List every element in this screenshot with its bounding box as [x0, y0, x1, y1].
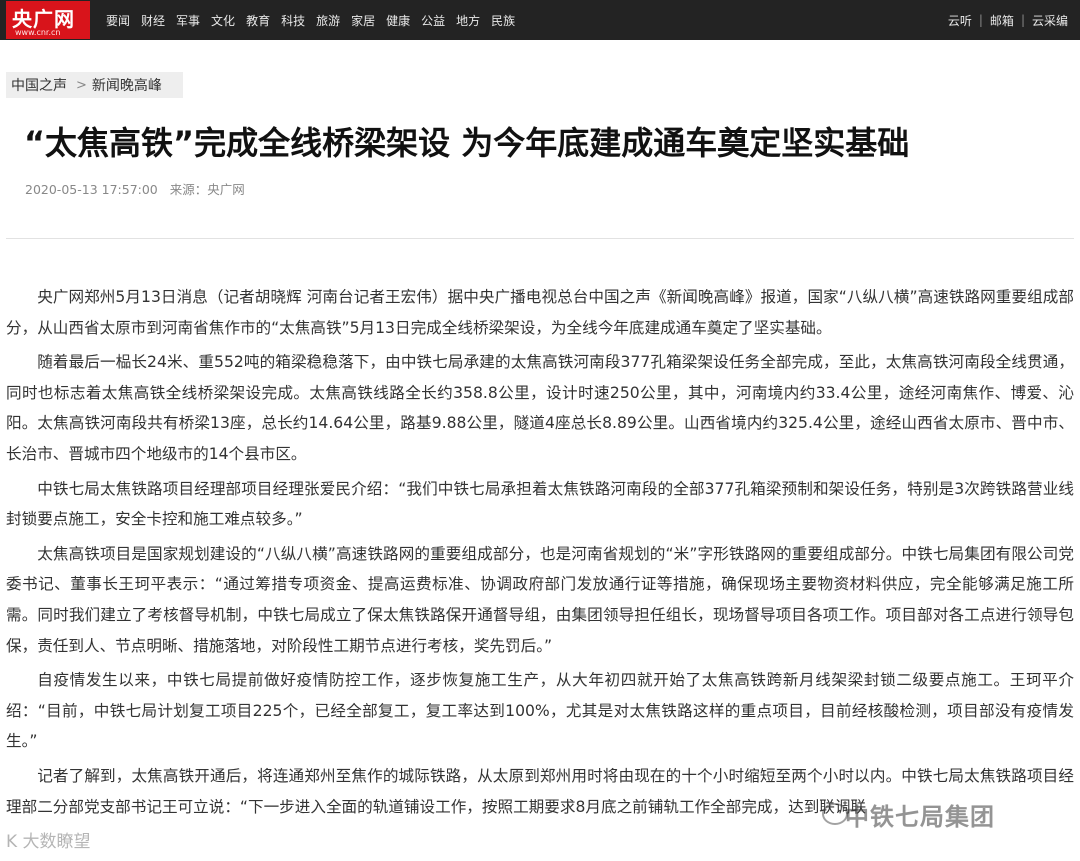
chevron-right-icon: >: [76, 77, 87, 93]
nav-item-news[interactable]: 要闻: [106, 12, 130, 29]
nav-item-culture[interactable]: 文化: [211, 12, 235, 29]
breadcrumb: 中国之声 > 新闻晚高峰: [6, 72, 183, 98]
nav-item-health[interactable]: 健康: [386, 12, 410, 29]
divider: [6, 238, 1074, 239]
paragraph: 中铁七局太焦铁路项目经理部项目经理张爱民介绍：“我们中铁七局承担着太焦铁路河南段…: [6, 479, 1074, 529]
nav-item-ethnic[interactable]: 民族: [491, 12, 515, 29]
breadcrumb-item-channel[interactable]: 中国之声: [11, 75, 67, 95]
nav-item-mail[interactable]: 邮箱: [990, 12, 1014, 29]
paragraph: 太焦高铁项目是国家规划建设的“八纵八横”高速铁路网的重要组成部分，也是河南省规划…: [6, 544, 1074, 655]
article-title: “太焦高铁”完成全线桥梁架设 为今年底建成通车奠定坚实基础: [24, 124, 910, 162]
breadcrumb-item-program[interactable]: 新闻晚高峰: [92, 75, 162, 95]
nav-item-yunting[interactable]: 云听: [948, 12, 972, 29]
nav-item-education[interactable]: 教育: [246, 12, 270, 29]
paragraph: 随着最后一榀长24米、重552吨的箱梁稳稳落下，由中铁七局承建的太焦高铁河南段3…: [6, 353, 1074, 463]
nav-separator: |: [978, 13, 983, 27]
watermark-source: K 大数瞭望: [6, 832, 91, 852]
logo-url: www.cnr.cn: [15, 28, 61, 37]
nav-item-travel[interactable]: 旅游: [316, 12, 340, 29]
nav-separator: |: [1020, 13, 1025, 27]
nav-item-tech[interactable]: 科技: [281, 12, 305, 29]
nav-item-military[interactable]: 军事: [176, 12, 200, 29]
nav-item-finance[interactable]: 财经: [141, 12, 165, 29]
paragraph: 央广网郑州5月13日消息（记者胡晓辉 河南台记者王宏伟）据中央广播电视总台中国之…: [6, 288, 1074, 337]
article-body: 央广网郑州5月13日消息（记者胡晓辉 河南台记者王宏伟）据中央广播电视总台中国之…: [6, 282, 1074, 826]
nav-item-local[interactable]: 地方: [456, 12, 480, 29]
main-nav: 要闻 财经 军事 文化 教育 科技 旅游 家居 健康 公益 地方 民族: [96, 0, 516, 40]
publish-date: 2020-05-13 17:57:00: [25, 182, 158, 197]
top-navigation-bar: 央广网 www.cnr.cn 要闻 财经 军事 文化 教育 科技 旅游 家居 健…: [0, 0, 1080, 40]
article-meta: 2020-05-13 17:57:00 来源：央广网: [25, 179, 253, 198]
article-source: 来源：央广网: [169, 182, 245, 197]
watermark-wechat-account: 中铁七局集团: [845, 803, 995, 831]
nav-item-yuncaibian[interactable]: 云采编: [1032, 12, 1068, 29]
right-nav: 云听 | 邮箱 | 云采编: [948, 0, 1068, 40]
nav-item-charity[interactable]: 公益: [421, 12, 445, 29]
paragraph: 自疫情发生以来，中铁七局提前做好疫情防控工作，逐步恢复施工生产，从大年初四就开始…: [6, 671, 1074, 751]
nav-item-home[interactable]: 家居: [351, 12, 375, 29]
site-logo[interactable]: 央广网 www.cnr.cn: [6, 1, 90, 39]
